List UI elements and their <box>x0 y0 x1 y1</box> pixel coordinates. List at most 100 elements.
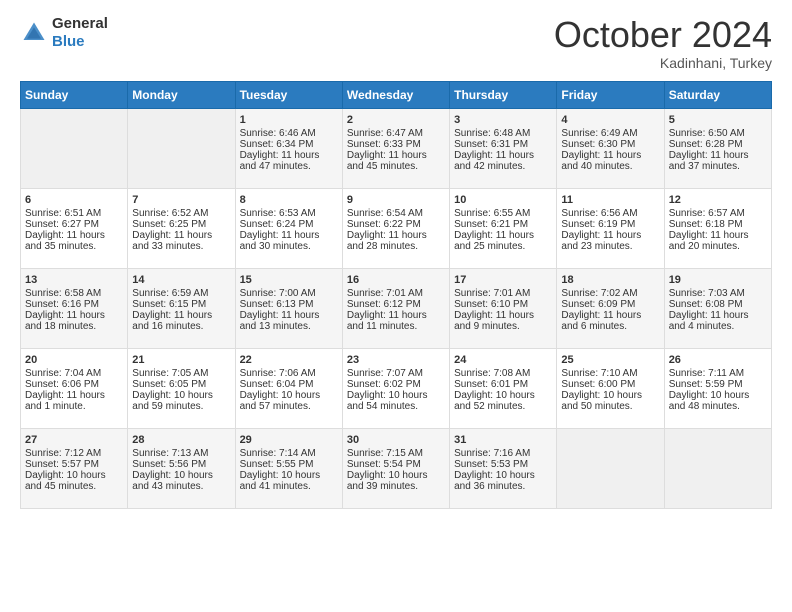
sunrise-text: Sunrise: 7:04 AM <box>25 368 123 379</box>
daylight-text: Daylight: 10 hours and 57 minutes. <box>240 390 338 412</box>
sunset-text: Sunset: 6:25 PM <box>132 219 230 230</box>
sunrise-text: Sunrise: 7:02 AM <box>561 288 659 299</box>
calendar-cell: 13Sunrise: 6:58 AMSunset: 6:16 PMDayligh… <box>21 268 128 348</box>
calendar-cell <box>557 428 664 508</box>
daylight-text: Daylight: 11 hours and 9 minutes. <box>454 310 552 332</box>
calendar-cell: 28Sunrise: 7:13 AMSunset: 5:56 PMDayligh… <box>128 428 235 508</box>
day-number: 30 <box>347 434 445 446</box>
calendar-cell <box>664 428 771 508</box>
sunrise-text: Sunrise: 6:49 AM <box>561 128 659 139</box>
calendar-cell: 19Sunrise: 7:03 AMSunset: 6:08 PMDayligh… <box>664 268 771 348</box>
sunset-text: Sunset: 6:12 PM <box>347 299 445 310</box>
sunset-text: Sunset: 5:54 PM <box>347 459 445 470</box>
sunrise-text: Sunrise: 7:05 AM <box>132 368 230 379</box>
calendar-cell: 24Sunrise: 7:08 AMSunset: 6:01 PMDayligh… <box>450 348 557 428</box>
daylight-text: Daylight: 11 hours and 35 minutes. <box>25 230 123 252</box>
sunrise-text: Sunrise: 7:07 AM <box>347 368 445 379</box>
day-number: 12 <box>669 194 767 206</box>
sunrise-text: Sunrise: 6:55 AM <box>454 208 552 219</box>
calendar-cell: 21Sunrise: 7:05 AMSunset: 6:05 PMDayligh… <box>128 348 235 428</box>
sunset-text: Sunset: 6:18 PM <box>669 219 767 230</box>
location-subtitle: Kadinhani, Turkey <box>554 55 772 71</box>
weekday-header-saturday: Saturday <box>664 81 771 108</box>
day-number: 11 <box>561 194 659 206</box>
calendar-cell: 6Sunrise: 6:51 AMSunset: 6:27 PMDaylight… <box>21 188 128 268</box>
daylight-text: Daylight: 11 hours and 45 minutes. <box>347 150 445 172</box>
sunset-text: Sunset: 6:22 PM <box>347 219 445 230</box>
weekday-header-monday: Monday <box>128 81 235 108</box>
weekday-header-friday: Friday <box>557 81 664 108</box>
day-number: 21 <box>132 354 230 366</box>
weekday-header-sunday: Sunday <box>21 81 128 108</box>
sunrise-text: Sunrise: 6:46 AM <box>240 128 338 139</box>
calendar-cell: 25Sunrise: 7:10 AMSunset: 6:00 PMDayligh… <box>557 348 664 428</box>
sunrise-text: Sunrise: 7:00 AM <box>240 288 338 299</box>
calendar-cell: 30Sunrise: 7:15 AMSunset: 5:54 PMDayligh… <box>342 428 449 508</box>
weekday-header-tuesday: Tuesday <box>235 81 342 108</box>
sunset-text: Sunset: 6:19 PM <box>561 219 659 230</box>
sunrise-text: Sunrise: 7:03 AM <box>669 288 767 299</box>
calendar-cell: 12Sunrise: 6:57 AMSunset: 6:18 PMDayligh… <box>664 188 771 268</box>
sunset-text: Sunset: 6:31 PM <box>454 139 552 150</box>
daylight-text: Daylight: 11 hours and 20 minutes. <box>669 230 767 252</box>
sunset-text: Sunset: 5:59 PM <box>669 379 767 390</box>
week-row-1: 6Sunrise: 6:51 AMSunset: 6:27 PMDaylight… <box>21 188 772 268</box>
calendar-cell <box>21 108 128 188</box>
calendar-cell: 26Sunrise: 7:11 AMSunset: 5:59 PMDayligh… <box>664 348 771 428</box>
sunset-text: Sunset: 6:34 PM <box>240 139 338 150</box>
calendar-cell: 23Sunrise: 7:07 AMSunset: 6:02 PMDayligh… <box>342 348 449 428</box>
sunset-text: Sunset: 6:21 PM <box>454 219 552 230</box>
daylight-text: Daylight: 10 hours and 43 minutes. <box>132 470 230 492</box>
sunset-text: Sunset: 6:10 PM <box>454 299 552 310</box>
day-number: 2 <box>347 114 445 126</box>
sunset-text: Sunset: 6:15 PM <box>132 299 230 310</box>
daylight-text: Daylight: 11 hours and 28 minutes. <box>347 230 445 252</box>
sunrise-text: Sunrise: 6:52 AM <box>132 208 230 219</box>
day-number: 18 <box>561 274 659 286</box>
calendar-cell: 16Sunrise: 7:01 AMSunset: 6:12 PMDayligh… <box>342 268 449 348</box>
day-number: 29 <box>240 434 338 446</box>
calendar-cell <box>128 108 235 188</box>
calendar-cell: 2Sunrise: 6:47 AMSunset: 6:33 PMDaylight… <box>342 108 449 188</box>
calendar-cell: 4 Sunrise: 6:49 AMSunset: 6:30 PMDaylight… <box>557 108 664 188</box>
week-row-3: 20Sunrise: 7:04 AMSunset: 6:06 PMDayligh… <box>21 348 772 428</box>
day-number: 31 <box>454 434 552 446</box>
sunrise-text: Sunrise: 6:54 AM <box>347 208 445 219</box>
day-number: 7 <box>132 194 230 206</box>
daylight-text: Daylight: 11 hours and 37 minutes. <box>669 150 767 172</box>
day-number: 14 <box>132 274 230 286</box>
sunset-text: Sunset: 6:08 PM <box>669 299 767 310</box>
sunset-text: Sunset: 6:09 PM <box>561 299 659 310</box>
month-title: October 2024 <box>554 15 772 55</box>
day-number: 22 <box>240 354 338 366</box>
sunrise-text: Sunrise: 7:13 AM <box>132 448 230 459</box>
logo-text: General Blue <box>52 15 108 51</box>
calendar-cell: 11 Sunrise: 6:56 AMSunset: 6:19 PMDayligh… <box>557 188 664 268</box>
daylight-text: Daylight: 11 hours and 33 minutes. <box>132 230 230 252</box>
sunset-text: Sunset: 6:30 PM <box>561 139 659 150</box>
week-row-0: 1Sunrise: 6:46 AMSunset: 6:34 PMDaylight… <box>21 108 772 188</box>
daylight-text: Daylight: 11 hours and 13 minutes. <box>240 310 338 332</box>
daylight-text: Daylight: 11 hours and 40 minutes. <box>561 150 659 172</box>
calendar-cell: 17Sunrise: 7:01 AMSunset: 6:10 PMDayligh… <box>450 268 557 348</box>
daylight-text: Daylight: 11 hours and 42 minutes. <box>454 150 552 172</box>
day-number: 16 <box>347 274 445 286</box>
sunset-text: Sunset: 6:06 PM <box>25 379 123 390</box>
daylight-text: Daylight: 10 hours and 50 minutes. <box>561 390 659 412</box>
page: General Blue October 2024 Kadinhani, Tur… <box>0 0 792 612</box>
daylight-text: Daylight: 10 hours and 48 minutes. <box>669 390 767 412</box>
day-number: 28 <box>132 434 230 446</box>
day-number: 15 <box>240 274 338 286</box>
daylight-text: Daylight: 11 hours and 23 minutes. <box>561 230 659 252</box>
day-number: 4 <box>561 114 659 126</box>
week-row-4: 27Sunrise: 7:12 AMSunset: 5:57 PMDayligh… <box>21 428 772 508</box>
sunrise-text: Sunrise: 6:50 AM <box>669 128 767 139</box>
daylight-text: Daylight: 10 hours and 54 minutes. <box>347 390 445 412</box>
day-number: 3 <box>454 114 552 126</box>
calendar-cell: 14Sunrise: 6:59 AMSunset: 6:15 PMDayligh… <box>128 268 235 348</box>
sunset-text: Sunset: 5:57 PM <box>25 459 123 470</box>
sunset-text: Sunset: 6:13 PM <box>240 299 338 310</box>
calendar-cell: 15 Sunrise: 7:00 AMSunset: 6:13 PMDayligh… <box>235 268 342 348</box>
sunrise-text: Sunrise: 6:56 AM <box>561 208 659 219</box>
daylight-text: Daylight: 11 hours and 6 minutes. <box>561 310 659 332</box>
